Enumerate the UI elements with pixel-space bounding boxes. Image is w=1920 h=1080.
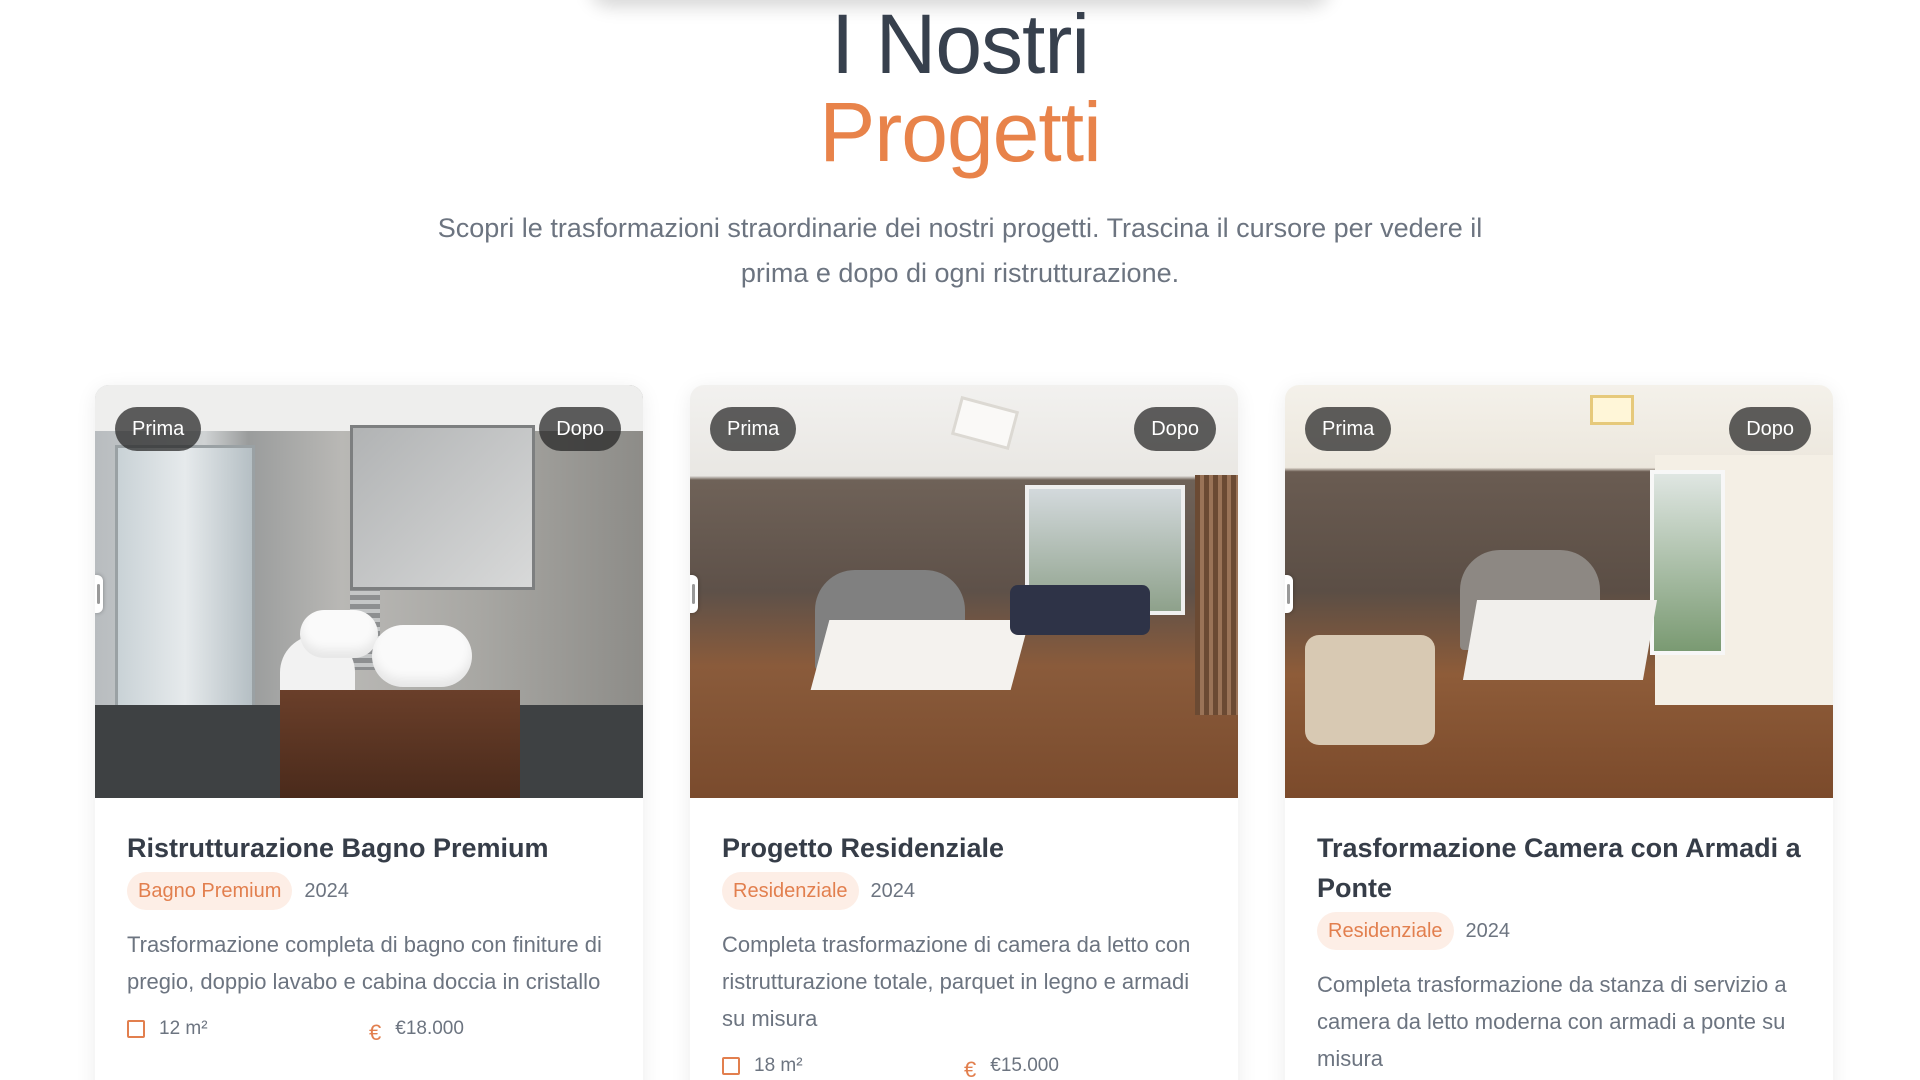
project-description: Trasformazione completa di bagno con fin…: [127, 932, 602, 994]
mattress: [810, 620, 1030, 690]
category-tag: Residenziale: [1317, 912, 1454, 950]
sofa: [1010, 585, 1150, 635]
balcony-door: [1650, 470, 1725, 655]
ceiling-lamp: [950, 395, 1020, 451]
mattress: [1462, 600, 1658, 680]
before-after-slider[interactable]: Prima Dopo: [690, 385, 1238, 798]
category-tag: Bagno Premium: [127, 872, 293, 910]
project-card-bathroom[interactable]: Prima Dopo Ristrutturazione Bagno Premiu…: [95, 385, 643, 1080]
after-badge: Dopo: [1134, 407, 1216, 451]
wood-panel: [1195, 475, 1238, 715]
project-year: 2024: [304, 879, 349, 902]
slider-handle[interactable]: [1285, 575, 1293, 613]
project-description: Completa trasformazione da stanza di ser…: [1317, 972, 1787, 1071]
stacked-chairs: [1305, 635, 1435, 745]
euro-icon: €: [369, 1020, 382, 1045]
before-badge: Prima: [710, 407, 797, 451]
mirror: [350, 425, 535, 590]
price-stat: € €15.000: [964, 1055, 1206, 1080]
before-after-slider[interactable]: Prima Dopo: [95, 385, 643, 798]
shower-glass: [115, 445, 255, 745]
slider-handle[interactable]: [690, 575, 698, 613]
area-value: 18 m²: [754, 1055, 803, 1076]
project-year: 2024: [870, 879, 916, 902]
after-badge: Dopo: [539, 407, 621, 451]
vanity-cabinet: [280, 690, 520, 798]
before-after-slider[interactable]: Prima Dopo: [1285, 385, 1833, 798]
ceiling-lamp: [1590, 395, 1634, 425]
before-badge: Prima: [1305, 407, 1392, 451]
washbasin-left: [300, 610, 378, 658]
project-title: Ristrutturazione Bagno Premium: [127, 833, 549, 863]
section-title-accent: Progetti: [819, 85, 1102, 179]
floor-plan-icon: [127, 1020, 145, 1038]
floor-plan-icon: [722, 1057, 740, 1075]
project-title: Progetto Residenziale: [722, 833, 1005, 863]
section-subtitle: Scopri le trasformazioni straordinarie d…: [437, 213, 1483, 288]
area-value: 12 m²: [159, 1018, 208, 1039]
area-stat: 18 m²: [722, 1055, 964, 1077]
project-card-wardrobe[interactable]: Prima Dopo Trasformazione Camera con Arm…: [1285, 385, 1833, 1080]
section-title: I Nostri: [830, 0, 1090, 91]
price-stat: € €18.000: [369, 1018, 611, 1045]
after-badge: Dopo: [1729, 407, 1811, 451]
project-card-residential[interactable]: Prima Dopo Progetto Residenziale Residen…: [690, 385, 1238, 1080]
project-year: 2024: [1465, 919, 1511, 942]
euro-icon: €: [964, 1057, 977, 1080]
washbasin-right: [372, 625, 472, 687]
before-badge: Prima: [115, 407, 202, 451]
price-value: €18.000: [395, 1018, 464, 1039]
slider-handle[interactable]: [95, 575, 103, 613]
price-value: €15.000: [990, 1055, 1059, 1076]
category-tag: Residenziale: [722, 872, 859, 910]
area-stat: 12 m²: [127, 1018, 369, 1040]
project-title: Trasformazione Camera con Armadi a Ponte: [1317, 833, 1801, 903]
project-description: Completa trasformazione di camera da let…: [722, 932, 1191, 1031]
